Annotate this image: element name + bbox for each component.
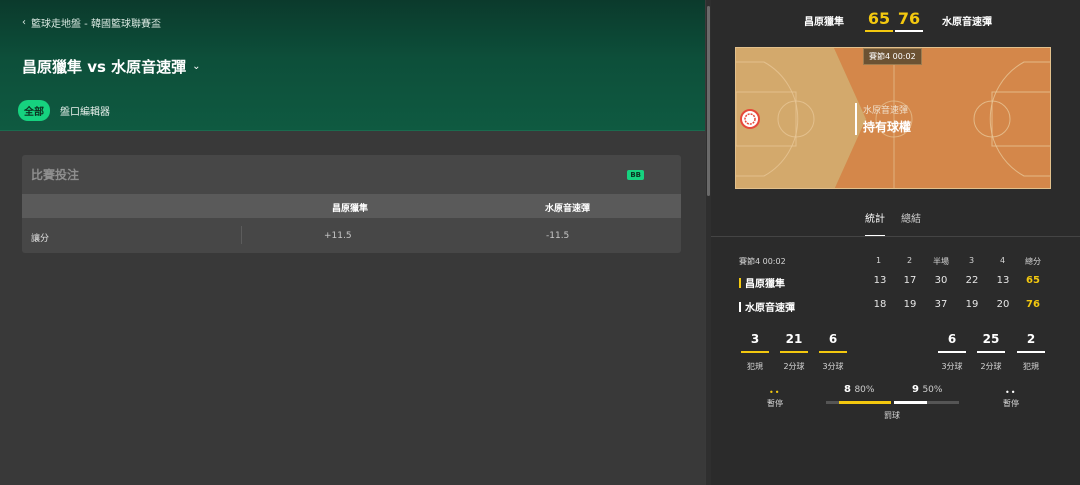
away-fouls-bar bbox=[1017, 351, 1045, 353]
header-q3: 3 bbox=[969, 256, 975, 265]
home-team-name: 昌原獵隼 bbox=[804, 17, 844, 28]
cell: 19 bbox=[965, 299, 979, 310]
home-ft-made: 8 bbox=[844, 384, 851, 395]
tab-stats[interactable]: 統計 bbox=[865, 210, 885, 225]
odds-home-button[interactable]: +11.5 bbox=[324, 231, 352, 241]
table-row-away: 水原音速彈 18 19 37 19 20 76 bbox=[711, 299, 1080, 315]
cell: 30 bbox=[934, 275, 948, 286]
home-score: 65 bbox=[865, 9, 893, 32]
home-fouls-label: 犯規 bbox=[747, 362, 763, 371]
row-away-name: 水原音速彈 bbox=[745, 303, 795, 314]
home-two-pt-bar bbox=[780, 351, 808, 353]
away-color-marker bbox=[739, 301, 741, 312]
divider bbox=[711, 236, 1080, 237]
home-three-pt-value: 6 bbox=[828, 332, 838, 346]
cell-total: 65 bbox=[1026, 275, 1040, 286]
away-two-pt-value: 25 bbox=[982, 332, 1000, 346]
market-filters: 全部 盤口編輯器 bbox=[18, 100, 110, 121]
chevron-left-icon: ‹ bbox=[22, 17, 26, 28]
row-team-home: 昌原獵隼 bbox=[739, 275, 785, 290]
main-panel: ‹ 籃球走地盤 - 韓國籃球聯賽盃 昌原獵隼 vs 水原音速彈 ⌄ 全部 盤口編… bbox=[0, 0, 705, 485]
cell-total: 76 bbox=[1026, 299, 1040, 310]
cell: 17 bbox=[903, 275, 917, 286]
row-team-away: 水原音速彈 bbox=[739, 299, 795, 314]
away-ft-made: 9 bbox=[912, 384, 919, 395]
match-title-text: 昌原獵隼 vs 水原音速彈 bbox=[22, 58, 187, 76]
free-throw-label: 罰球 bbox=[884, 411, 900, 420]
away-two-pt-bar bbox=[977, 351, 1005, 353]
match-hero: ‹ 籃球走地盤 - 韓國籃球聯賽盃 昌原獵隼 vs 水原音速彈 ⌄ 全部 盤口編… bbox=[0, 0, 705, 131]
bet-card-header[interactable]: 比賽投注 BB bbox=[22, 155, 681, 194]
header-q2: 2 bbox=[907, 256, 913, 265]
away-three-pt-value: 6 bbox=[947, 332, 957, 346]
possession-indicator: 水原音速彈 持有球權 bbox=[855, 103, 911, 135]
cell: 13 bbox=[996, 275, 1010, 286]
away-fouls-value: 2 bbox=[1026, 332, 1036, 346]
possession-text: 持有球權 bbox=[863, 120, 912, 134]
away-two-pt-label: 2分球 bbox=[980, 362, 1002, 371]
away-free-throw-fill bbox=[894, 401, 927, 404]
cell: 37 bbox=[934, 299, 948, 310]
bet-card-title: 比賽投注 bbox=[31, 168, 80, 182]
bet-builder-badge: BB bbox=[627, 169, 644, 180]
home-two-pt-value: 21 bbox=[785, 332, 803, 346]
column-away: 水原音速彈 bbox=[545, 204, 591, 214]
stats-tabs: 統計 總結 bbox=[711, 205, 1080, 238]
away-free-throw: 9 50% bbox=[912, 384, 942, 395]
chevron-down-icon[interactable]: ⌄ bbox=[192, 61, 200, 72]
home-timeouts-label: 暫停 bbox=[767, 399, 783, 408]
cell: 18 bbox=[873, 299, 887, 310]
table-period-label: 賽節4 00:02 bbox=[739, 257, 786, 266]
away-team-name: 水原音速彈 bbox=[942, 17, 992, 28]
bet-builder-link[interactable]: 盤口編輯器 bbox=[60, 103, 110, 118]
home-three-pt-bar bbox=[819, 351, 847, 353]
odds-away-button[interactable]: -11.5 bbox=[546, 231, 569, 241]
home-fouls-bar bbox=[741, 351, 769, 353]
scrollbar-thumb[interactable] bbox=[707, 6, 710, 196]
home-free-throw: 8 80% bbox=[844, 384, 874, 395]
home-fouls-value: 3 bbox=[750, 332, 760, 346]
away-timeouts-icon: •• bbox=[1005, 388, 1017, 397]
table-row-home: 昌原獵隼 13 17 30 22 13 65 bbox=[711, 275, 1080, 291]
home-two-pt-label: 2分球 bbox=[783, 362, 805, 371]
market-label: 讓分 bbox=[31, 234, 50, 244]
bet-row-handicap: 讓分 +11.5 -11.5 bbox=[22, 218, 681, 253]
cell: 22 bbox=[965, 275, 979, 286]
cell: 19 bbox=[903, 299, 917, 310]
column-home: 昌原獵隼 bbox=[332, 204, 369, 214]
header-half: 半場 bbox=[933, 257, 949, 266]
breadcrumb-text[interactable]: 籃球走地盤 - 韓國籃球聯賽盃 bbox=[31, 15, 161, 30]
away-ft-pct: 50% bbox=[922, 385, 943, 395]
home-ft-pct: 80% bbox=[854, 385, 875, 395]
tab-summary[interactable]: 總結 bbox=[901, 210, 921, 225]
away-score: 76 bbox=[895, 9, 923, 32]
cell: 20 bbox=[996, 299, 1010, 310]
period-badge: 賽節4 00:02 bbox=[863, 48, 922, 65]
cell: 13 bbox=[873, 275, 887, 286]
home-free-throw-fill bbox=[839, 401, 891, 404]
possession-team: 水原音速彈 bbox=[863, 106, 909, 116]
page: ‹ 籃球走地盤 - 韓國籃球聯賽盃 昌原獵隼 vs 水原音速彈 ⌄ 全部 盤口編… bbox=[0, 0, 1080, 485]
away-three-pt-bar bbox=[938, 351, 966, 353]
divider bbox=[241, 226, 242, 244]
header-q4: 4 bbox=[1000, 256, 1006, 265]
away-timeouts-label: 暫停 bbox=[1003, 399, 1019, 408]
away-free-throw-bar bbox=[894, 401, 959, 404]
breadcrumb[interactable]: ‹ 籃球走地盤 - 韓國籃球聯賽盃 bbox=[22, 15, 161, 30]
away-fouls-label: 犯規 bbox=[1023, 362, 1039, 371]
match-title[interactable]: 昌原獵隼 vs 水原音速彈 ⌄ bbox=[22, 56, 201, 77]
match-betting-card: 比賽投注 BB 昌原獵隼 水原音速彈 讓分 +11.5 -11.5 bbox=[22, 155, 681, 253]
header-total: 總分 bbox=[1025, 257, 1041, 266]
bet-column-headers: 昌原獵隼 水原音速彈 bbox=[22, 194, 681, 218]
row-home-name: 昌原獵隼 bbox=[745, 279, 785, 290]
home-color-marker bbox=[739, 277, 741, 288]
home-three-pt-label: 3分球 bbox=[822, 362, 844, 371]
header-q1: 1 bbox=[876, 256, 882, 265]
scoreboard-panel: 昌原獵隼 65 76 水原音速彈 賽節4 00:02 水原音速彈 持有球權 統計… bbox=[711, 0, 1080, 485]
home-timeouts-icon: •• bbox=[769, 388, 781, 397]
away-three-pt-label: 3分球 bbox=[941, 362, 963, 371]
home-free-throw-bar bbox=[826, 401, 891, 404]
score-header: 昌原獵隼 65 76 水原音速彈 bbox=[711, 0, 1080, 40]
filter-all-button[interactable]: 全部 bbox=[18, 100, 50, 121]
